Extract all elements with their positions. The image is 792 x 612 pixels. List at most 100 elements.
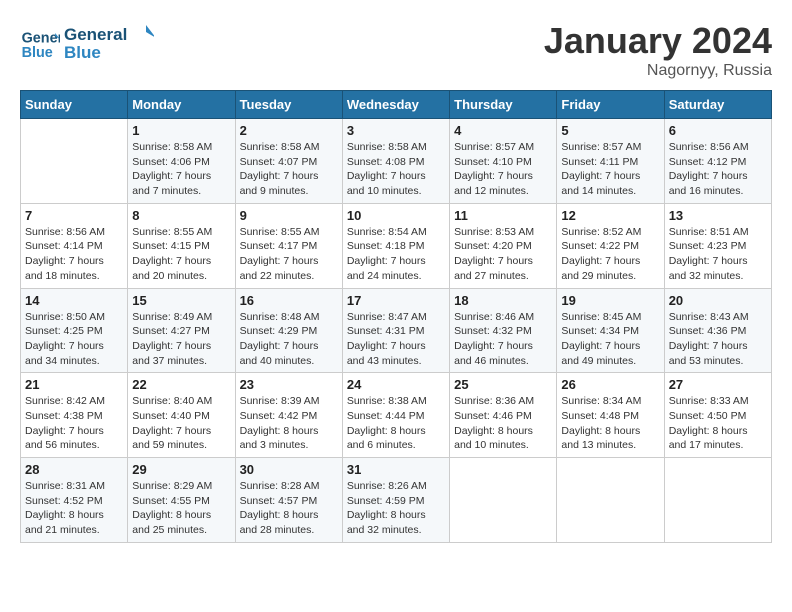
calendar-cell: 19 Sunrise: 8:45 AMSunset: 4:34 PMDayligh… xyxy=(557,288,664,373)
svg-text:Blue: Blue xyxy=(22,45,53,61)
day-info: Sunrise: 8:57 AMSunset: 4:10 PMDaylight:… xyxy=(454,140,552,199)
day-info: Sunrise: 8:33 AMSunset: 4:50 PMDaylight:… xyxy=(669,394,767,453)
calendar-cell: 29 Sunrise: 8:29 AMSunset: 4:55 PMDayligh… xyxy=(128,458,235,543)
logo-svg: General Blue xyxy=(64,20,154,65)
day-info: Sunrise: 8:57 AMSunset: 4:11 PMDaylight:… xyxy=(561,140,659,199)
day-number: 18 xyxy=(454,293,552,308)
day-number: 15 xyxy=(132,293,230,308)
day-number: 5 xyxy=(561,123,659,138)
day-number: 19 xyxy=(561,293,659,308)
day-info: Sunrise: 8:49 AMSunset: 4:27 PMDaylight:… xyxy=(132,310,230,369)
calendar-cell: 3 Sunrise: 8:58 AMSunset: 4:08 PMDaylight… xyxy=(342,119,449,204)
location-subtitle: Nagornyy, Russia xyxy=(544,62,772,80)
calendar-cell: 24Sunrise: 8:38 AMSunset: 4:44 PMDayligh… xyxy=(342,373,449,458)
day-info: Sunrise: 8:39 AMSunset: 4:42 PMDaylight:… xyxy=(240,394,338,453)
calendar-cell: 15 Sunrise: 8:49 AMSunset: 4:27 PMDayligh… xyxy=(128,288,235,373)
day-number: 2 xyxy=(240,123,338,138)
day-number: 17 xyxy=(347,293,445,308)
day-number: 6 xyxy=(669,123,767,138)
calendar-cell: 13 Sunrise: 8:51 AMSunset: 4:23 PMDayligh… xyxy=(664,203,771,288)
day-info: Sunrise: 8:43 AMSunset: 4:36 PMDaylight:… xyxy=(669,310,767,369)
calendar-cell: 8Sunrise: 8:55 AMSunset: 4:15 PMDaylight… xyxy=(128,203,235,288)
calendar-cell: 14 Sunrise: 8:50 AMSunset: 4:25 PMDayligh… xyxy=(21,288,128,373)
day-number: 12 xyxy=(561,208,659,223)
day-number: 20 xyxy=(669,293,767,308)
calendar-header-row: SundayMondayTuesdayWednesdayThursdayFrid… xyxy=(21,91,772,119)
calendar-cell: 4 Sunrise: 8:57 AMSunset: 4:10 PMDaylight… xyxy=(450,119,557,204)
day-number: 4 xyxy=(454,123,552,138)
day-number: 29 xyxy=(132,462,230,477)
day-info: Sunrise: 8:29 AMSunset: 4:55 PMDaylight:… xyxy=(132,479,230,538)
day-info: Sunrise: 8:50 AMSunset: 4:25 PMDaylight:… xyxy=(25,310,123,369)
column-header-wednesday: Wednesday xyxy=(342,91,449,119)
day-info: Sunrise: 8:38 AMSunset: 4:44 PMDaylight:… xyxy=(347,394,445,453)
day-number: 3 xyxy=(347,123,445,138)
day-number: 21 xyxy=(25,377,123,392)
calendar-cell: 6 Sunrise: 8:56 AMSunset: 4:12 PMDaylight… xyxy=(664,119,771,204)
day-info: Sunrise: 8:45 AMSunset: 4:34 PMDaylight:… xyxy=(561,310,659,369)
calendar-cell: 20 Sunrise: 8:43 AMSunset: 4:36 PMDayligh… xyxy=(664,288,771,373)
day-info: Sunrise: 8:34 AMSunset: 4:48 PMDaylight:… xyxy=(561,394,659,453)
day-number: 16 xyxy=(240,293,338,308)
calendar-cell xyxy=(21,119,128,204)
logo: General Blue General Blue xyxy=(20,20,154,70)
column-header-thursday: Thursday xyxy=(450,91,557,119)
calendar-cell xyxy=(557,458,664,543)
calendar-table: SundayMondayTuesdayWednesdayThursdayFrid… xyxy=(20,90,772,543)
week-row-5: 28Sunrise: 8:31 AMSunset: 4:52 PMDayligh… xyxy=(21,458,772,543)
week-row-4: 21 Sunrise: 8:42 AMSunset: 4:38 PMDayligh… xyxy=(21,373,772,458)
week-row-1: 1 Sunrise: 8:58 AMSunset: 4:06 PMDaylight… xyxy=(21,119,772,204)
day-info: Sunrise: 8:58 AMSunset: 4:07 PMDaylight:… xyxy=(240,140,338,199)
day-info: Sunrise: 8:36 AMSunset: 4:46 PMDaylight:… xyxy=(454,394,552,453)
calendar-cell: 1 Sunrise: 8:58 AMSunset: 4:06 PMDaylight… xyxy=(128,119,235,204)
calendar-cell xyxy=(664,458,771,543)
day-number: 26 xyxy=(561,377,659,392)
calendar-cell: 21 Sunrise: 8:42 AMSunset: 4:38 PMDayligh… xyxy=(21,373,128,458)
day-number: 13 xyxy=(669,208,767,223)
day-number: 22 xyxy=(132,377,230,392)
day-info: Sunrise: 8:51 AMSunset: 4:23 PMDaylight:… xyxy=(669,225,767,284)
day-info: Sunrise: 8:52 AMSunset: 4:22 PMDaylight:… xyxy=(561,225,659,284)
calendar-cell: 23Sunrise: 8:39 AMSunset: 4:42 PMDayligh… xyxy=(235,373,342,458)
day-info: Sunrise: 8:47 AMSunset: 4:31 PMDaylight:… xyxy=(347,310,445,369)
column-header-tuesday: Tuesday xyxy=(235,91,342,119)
day-number: 7 xyxy=(25,208,123,223)
day-number: 30 xyxy=(240,462,338,477)
calendar-cell: 30Sunrise: 8:28 AMSunset: 4:57 PMDayligh… xyxy=(235,458,342,543)
day-info: Sunrise: 8:56 AMSunset: 4:14 PMDaylight:… xyxy=(25,225,123,284)
calendar-cell: 26 Sunrise: 8:34 AMSunset: 4:48 PMDayligh… xyxy=(557,373,664,458)
calendar-cell: 27Sunrise: 8:33 AMSunset: 4:50 PMDayligh… xyxy=(664,373,771,458)
column-header-saturday: Saturday xyxy=(664,91,771,119)
day-number: 28 xyxy=(25,462,123,477)
calendar-cell: 12 Sunrise: 8:52 AMSunset: 4:22 PMDayligh… xyxy=(557,203,664,288)
calendar-cell: 11Sunrise: 8:53 AMSunset: 4:20 PMDayligh… xyxy=(450,203,557,288)
day-number: 10 xyxy=(347,208,445,223)
day-info: Sunrise: 8:58 AMSunset: 4:08 PMDaylight:… xyxy=(347,140,445,199)
day-number: 14 xyxy=(25,293,123,308)
logo-icon: General Blue xyxy=(20,25,60,65)
svg-text:Blue: Blue xyxy=(64,43,101,62)
day-info: Sunrise: 8:54 AMSunset: 4:18 PMDaylight:… xyxy=(347,225,445,284)
calendar-cell: 22Sunrise: 8:40 AMSunset: 4:40 PMDayligh… xyxy=(128,373,235,458)
day-info: Sunrise: 8:55 AMSunset: 4:15 PMDaylight:… xyxy=(132,225,230,284)
day-info: Sunrise: 8:56 AMSunset: 4:12 PMDaylight:… xyxy=(669,140,767,199)
column-header-sunday: Sunday xyxy=(21,91,128,119)
week-row-3: 14 Sunrise: 8:50 AMSunset: 4:25 PMDayligh… xyxy=(21,288,772,373)
calendar-cell: 16Sunrise: 8:48 AMSunset: 4:29 PMDayligh… xyxy=(235,288,342,373)
calendar-cell: 10 Sunrise: 8:54 AMSunset: 4:18 PMDayligh… xyxy=(342,203,449,288)
day-info: Sunrise: 8:42 AMSunset: 4:38 PMDaylight:… xyxy=(25,394,123,453)
day-info: Sunrise: 8:55 AMSunset: 4:17 PMDaylight:… xyxy=(240,225,338,284)
day-number: 1 xyxy=(132,123,230,138)
calendar-cell: 18Sunrise: 8:46 AMSunset: 4:32 PMDayligh… xyxy=(450,288,557,373)
calendar-cell: 31 Sunrise: 8:26 AMSunset: 4:59 PMDayligh… xyxy=(342,458,449,543)
day-number: 31 xyxy=(347,462,445,477)
week-row-2: 7 Sunrise: 8:56 AMSunset: 4:14 PMDaylight… xyxy=(21,203,772,288)
title-block: January 2024 Nagornyy, Russia xyxy=(544,20,772,80)
day-info: Sunrise: 8:58 AMSunset: 4:06 PMDaylight:… xyxy=(132,140,230,199)
day-info: Sunrise: 8:26 AMSunset: 4:59 PMDaylight:… xyxy=(347,479,445,538)
day-number: 25 xyxy=(454,377,552,392)
day-number: 11 xyxy=(454,208,552,223)
column-header-friday: Friday xyxy=(557,91,664,119)
calendar-cell: 28Sunrise: 8:31 AMSunset: 4:52 PMDayligh… xyxy=(21,458,128,543)
calendar-cell: 5 Sunrise: 8:57 AMSunset: 4:11 PMDaylight… xyxy=(557,119,664,204)
